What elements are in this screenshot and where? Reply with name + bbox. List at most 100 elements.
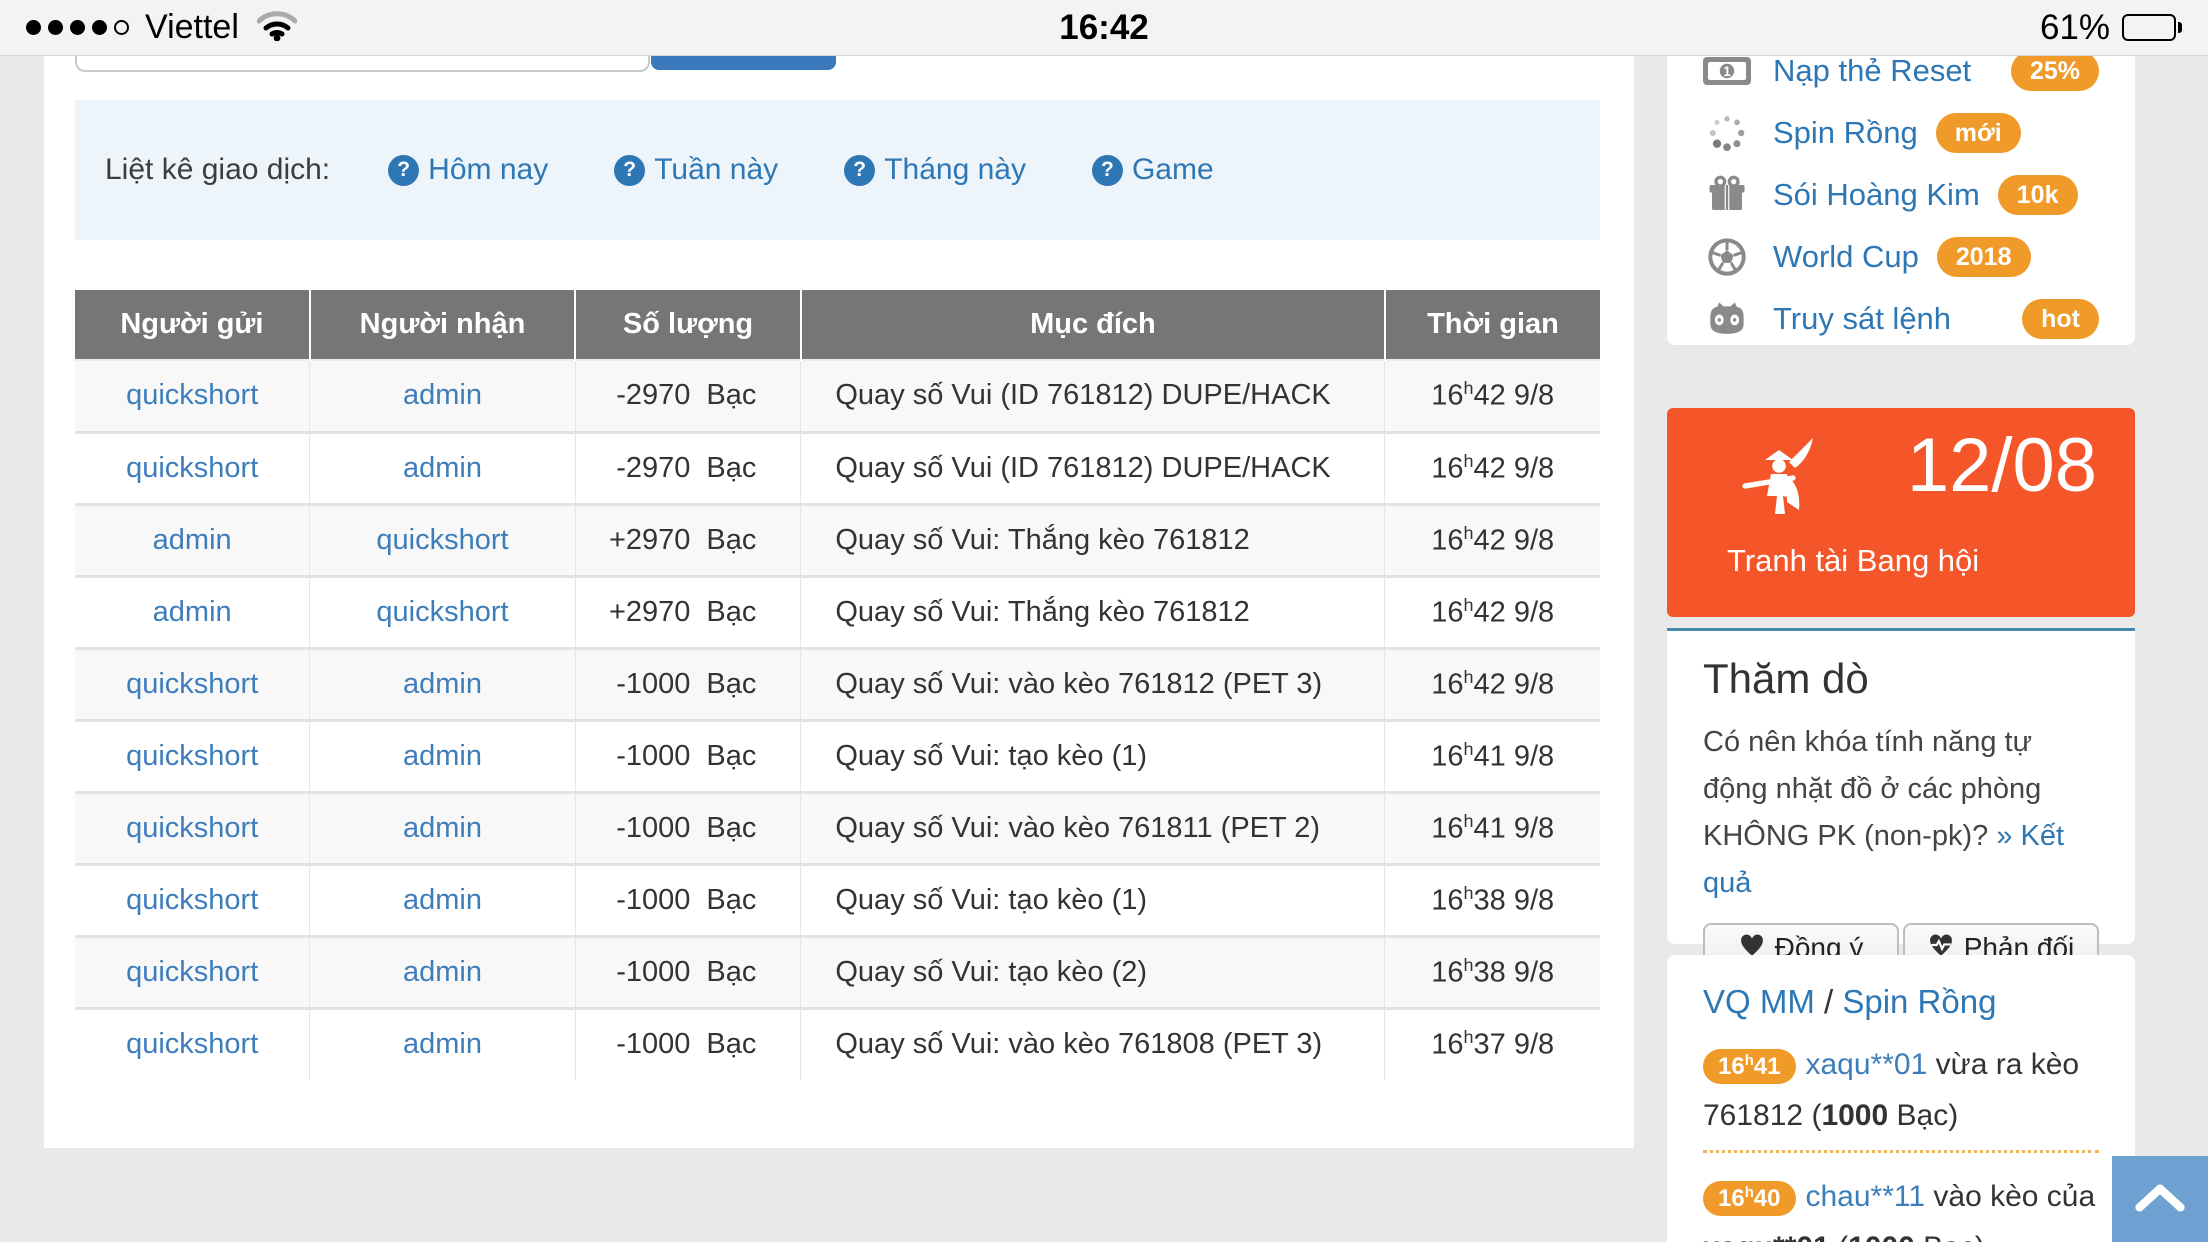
sender-link[interactable]: quickshort	[126, 452, 258, 484]
purpose-text: Quay số Vui: vào kèo 761812 (PET 3)	[801, 648, 1385, 720]
col-receiver: Người nhận	[310, 290, 575, 360]
timestamp: 16h42 9/8	[1385, 432, 1600, 504]
purpose-text: Quay số Vui: tạo kèo (1)	[801, 720, 1385, 792]
col-amount: Số lượng	[575, 290, 801, 360]
activity-feed-panel: VQ MM / Spin Rồng 16h41xaqu**01 vừa ra k…	[1667, 955, 2135, 1242]
receiver-link[interactable]: admin	[403, 1028, 482, 1060]
filter-link-this-month[interactable]: ?Tháng này	[844, 153, 1026, 187]
table-row: quickshort admin -1000Bạc Quay số Vui: t…	[75, 720, 1600, 792]
amount-value: -1000	[616, 956, 690, 988]
question-circle-icon: ?	[1092, 155, 1123, 186]
sender-link[interactable]: admin	[153, 596, 232, 628]
wifi-icon	[257, 9, 297, 46]
gift-icon	[1703, 175, 1751, 215]
menu-badge: 10k	[1998, 175, 2078, 215]
amount-value: -2970	[616, 379, 690, 411]
sender-link[interactable]: quickshort	[126, 668, 258, 700]
amount-value: -1000	[616, 740, 690, 772]
receiver-link[interactable]: quickshort	[376, 524, 508, 556]
event-banner[interactable]: 12/08 Tranh tài Bang hội	[1667, 408, 2135, 617]
spin-rong-link[interactable]: Spin Rồng	[1842, 983, 1996, 1020]
receiver-link[interactable]: admin	[403, 812, 482, 844]
sender-link[interactable]: quickshort	[126, 1028, 258, 1060]
filter-bar: Liệt kê giao dịch: ?Hôm nay ?Tuần này ?T…	[75, 100, 1600, 240]
submit-button[interactable]	[651, 56, 836, 70]
timestamp: 16h42 9/8	[1385, 360, 1600, 432]
poll-question: Có nên khóa tính năng tự động nhặt đồ ở …	[1703, 719, 2099, 907]
sender-link[interactable]: quickshort	[126, 812, 258, 844]
scroll-to-top-button[interactable]	[2112, 1156, 2208, 1242]
filter-link-game[interactable]: ?Game	[1092, 153, 1214, 187]
receiver-link[interactable]: admin	[403, 956, 482, 988]
purpose-text: Quay số Vui: tạo kèo (2)	[801, 936, 1385, 1008]
timestamp: 16h38 9/8	[1385, 936, 1600, 1008]
purpose-text: Quay số Vui: vào kèo 761811 (PET 2)	[801, 792, 1385, 864]
divider	[1703, 1150, 2099, 1153]
amount-value: -1000	[616, 668, 690, 700]
sender-link[interactable]: quickshort	[126, 740, 258, 772]
currency-unit: Bạc	[706, 452, 756, 484]
event-caption: Tranh tài Bang hội	[1727, 543, 1979, 579]
currency-unit: Bạc	[706, 812, 756, 844]
receiver-link[interactable]: admin	[403, 379, 482, 411]
receiver-link[interactable]: admin	[403, 884, 482, 916]
sender-link[interactable]: quickshort	[126, 956, 258, 988]
search-input[interactable]	[75, 56, 650, 72]
transactions-table: Người gửi Người nhận Số lượng Mục đích T…	[75, 290, 1600, 1080]
amount-value: -1000	[616, 884, 690, 916]
currency-unit: Bạc	[706, 884, 756, 916]
sidebar-item-truy-sat-lenh[interactable]: Truy sát lệnh hot	[1667, 288, 2135, 345]
event-date: 12/08	[1907, 422, 2097, 509]
menu-badge: 25%	[2011, 56, 2099, 91]
timestamp: 16h41 9/8	[1385, 720, 1600, 792]
receiver-link[interactable]: quickshort	[376, 596, 508, 628]
status-bar: Viettel 16:42 61%	[0, 0, 2208, 56]
table-row: quickshort admin -1000 Bạc Quay số Vui: v…	[75, 1008, 1600, 1080]
filter-link-this-week[interactable]: ?Tuần này	[614, 153, 778, 187]
vqmm-link[interactable]: VQ MM	[1703, 983, 1815, 1020]
receiver-link[interactable]: admin	[403, 668, 482, 700]
poll-panel: Thăm dò Có nên khóa tính năng tự động nh…	[1667, 628, 2135, 944]
timestamp: 16h42 9/8	[1385, 648, 1600, 720]
user-link[interactable]: chau**11	[1806, 1180, 1926, 1213]
chevron-up-icon	[2134, 1183, 2186, 1216]
menu-badge: hot	[2022, 299, 2099, 339]
time-badge: 16h41	[1703, 1049, 1796, 1084]
money-icon: 1	[1703, 56, 1751, 87]
receiver-link[interactable]: admin	[403, 452, 482, 484]
amount-value: -2970	[616, 452, 690, 484]
table-row: quickshort admin -2970Bạc Quay số Vui (I…	[75, 432, 1600, 504]
purpose-text: Quay số Vui: tạo kèo (1)	[801, 864, 1385, 936]
question-circle-icon: ?	[844, 155, 875, 186]
octocat-icon	[1703, 301, 1751, 337]
sidebar-item-spin-rong[interactable]: Spin Rồng mới	[1667, 102, 2135, 164]
table-row: quickshort admin -1000Bạc Quay số Vui: v…	[75, 792, 1600, 864]
sender-link[interactable]: admin	[153, 524, 232, 556]
menu-badge: 2018	[1937, 237, 2031, 277]
col-time: Thời gian	[1385, 290, 1600, 360]
sidebar-item-soi-hoang-kim[interactable]: Sói Hoàng Kim 10k	[1667, 164, 2135, 226]
receiver-link[interactable]: admin	[403, 740, 482, 772]
currency-unit: Bạc	[706, 1028, 756, 1060]
amount-value: -1000	[616, 1028, 690, 1060]
user-link[interactable]: xaqu**01	[1806, 1048, 1928, 1081]
filter-link-today[interactable]: ?Hôm nay	[388, 153, 548, 187]
spinner-icon	[1703, 113, 1751, 153]
signal-strength-icon	[26, 20, 129, 35]
sidebar-item-nap-the-reset[interactable]: 1 Nạp thẻ Reset 25%	[1667, 56, 2135, 102]
feed-item: 16h40chau**11 vào kèo của xaqu**01 (1000…	[1703, 1169, 2099, 1242]
svg-text:1: 1	[1723, 63, 1731, 79]
table-row: quickshort admin -2970Bạc Quay số Vui (I…	[75, 360, 1600, 432]
sender-link[interactable]: quickshort	[126, 884, 258, 916]
col-sender: Người gửi	[75, 290, 310, 360]
sender-link[interactable]: quickshort	[126, 379, 258, 411]
table-row: quickshort admin -1000Bạc Quay số Vui: t…	[75, 936, 1600, 1008]
carrier-label: Viettel	[145, 8, 239, 47]
table-row: admin quickshort +2970Bạc Quay số Vui: T…	[75, 576, 1600, 648]
amount-value: +2970	[609, 524, 690, 556]
sidebar-item-world-cup[interactable]: World Cup 2018	[1667, 226, 2135, 288]
col-purpose: Mục đích	[801, 290, 1385, 360]
timestamp: 16h42 9/8	[1385, 576, 1600, 648]
purpose-text: Quay số Vui: vào kèo 761808 (PET 3)	[801, 1008, 1385, 1080]
menu-badge: mới	[1936, 113, 2021, 153]
